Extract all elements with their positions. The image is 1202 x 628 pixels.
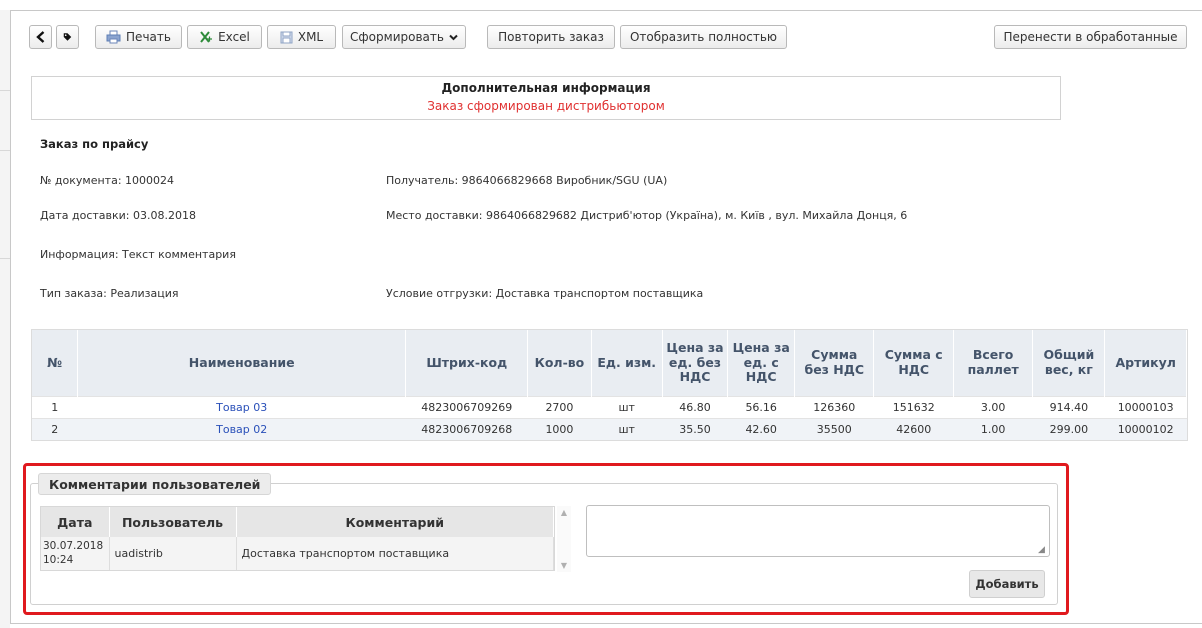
- comment-text: Доставка транспортом поставщика: [236, 537, 554, 570]
- col-header-price-no-vat[interactable]: Цена за ед. без НДС: [662, 330, 729, 396]
- cell-price-no-vat: 35.50: [662, 417, 728, 440]
- col-header-unit[interactable]: Ед. изм.: [591, 330, 663, 396]
- comment-user: uadistrib: [109, 537, 237, 570]
- scroll-up-icon[interactable]: ▲: [557, 508, 571, 517]
- add-comment-button[interactable]: Добавить: [969, 570, 1045, 598]
- cell-quantity: 1000: [527, 417, 592, 440]
- cell-sum-no-vat: 126360: [794, 395, 874, 418]
- product-link[interactable]: Товар 03: [216, 401, 267, 414]
- form-label: Сформировать: [350, 30, 444, 44]
- cell-price-no-vat: 46.80: [662, 395, 728, 418]
- cell-price-vat: 56.16: [727, 395, 795, 418]
- cell-price-vat: 42.60: [727, 417, 795, 440]
- repeat-order-button[interactable]: Повторить заказ: [487, 25, 615, 49]
- show-full-button[interactable]: Отобразить полностью: [620, 25, 787, 49]
- col-header-pallets[interactable]: Всего паллет: [953, 330, 1034, 396]
- col-header-price-vat[interactable]: Цена за ед. с НДС: [727, 330, 796, 396]
- col-header-sum-no-vat[interactable]: Сумма без НДС: [794, 330, 875, 396]
- tag-button[interactable]: [56, 25, 79, 49]
- delivery-date: Дата доставки: 03.08.2018: [40, 209, 196, 222]
- comments-table: Дата Пользователь Комментарий 30.07.2018…: [40, 506, 555, 571]
- move-to-processed-button[interactable]: Перенести в обработанные: [994, 25, 1187, 49]
- comment-input[interactable]: [586, 505, 1050, 557]
- col-header-weight[interactable]: Общий вес, кг: [1032, 330, 1106, 396]
- cell-barcode: 4823006709268: [405, 417, 528, 440]
- show-full-label: Отобразить полностью: [629, 30, 777, 44]
- col-header-article[interactable]: Артикул: [1104, 330, 1187, 396]
- col-header-number[interactable]: №: [32, 330, 79, 396]
- cell-name: Товар 03: [77, 395, 406, 418]
- items-table: № Наименование Штрих-код Кол-во Ед. изм.…: [31, 329, 1188, 441]
- print-button[interactable]: Печать: [95, 25, 182, 49]
- cell-unit: шт: [591, 417, 663, 440]
- delivery-place: Место доставки: 9864066829682 Дистриб'ют…: [386, 209, 908, 222]
- col-header-barcode[interactable]: Штрих-код: [405, 330, 529, 396]
- form-dropdown-button[interactable]: Сформировать: [342, 25, 466, 49]
- xml-button[interactable]: XML: [267, 25, 336, 49]
- cell-barcode: 4823006709269: [405, 395, 528, 418]
- toolbar: Печать Excel XML Сформировать Повторить …: [29, 25, 1194, 49]
- comments-legend: Комментарии пользователей: [38, 473, 272, 495]
- print-label: Печать: [126, 30, 171, 44]
- cell-sum-no-vat: 35500: [794, 417, 874, 440]
- table-row: 2 Товар 02 4823006709268 1000 шт 35.50 4…: [32, 417, 1187, 440]
- move-to-processed-label: Перенести в обработанные: [1003, 30, 1178, 44]
- cell-sum-vat: 42600: [873, 417, 954, 440]
- cell-weight: 914.40: [1032, 395, 1105, 418]
- excel-icon: [200, 31, 213, 43]
- additional-info-box: Дополнительная информация Заказ сформиро…: [31, 76, 1061, 120]
- items-header-row: № Наименование Штрих-код Кол-во Ед. изм.…: [32, 330, 1187, 396]
- document-number: № документа: 1000024: [40, 174, 175, 187]
- excel-label: Excel: [218, 30, 250, 44]
- chevron-down-icon: [449, 34, 458, 40]
- col-header-user[interactable]: Пользователь: [109, 507, 237, 537]
- col-header-quantity[interactable]: Кол-во: [527, 330, 592, 396]
- left-sidebar-edge: [0, 10, 10, 628]
- cell-number: 1: [32, 395, 78, 418]
- col-header-date[interactable]: Дата: [41, 507, 110, 537]
- cell-name: Товар 02: [77, 417, 406, 440]
- col-header-name[interactable]: Наименование: [77, 330, 407, 396]
- additional-info-title: Дополнительная информация: [441, 81, 651, 95]
- table-row: 30.07.2018 10:24 uadistrib Доставка тран…: [41, 537, 554, 570]
- scroll-down-icon[interactable]: ▼: [557, 561, 571, 570]
- col-header-sum-vat[interactable]: Сумма с НДС: [873, 330, 954, 396]
- col-header-comment[interactable]: Комментарий: [236, 507, 554, 537]
- cell-pallets: 1.00: [953, 417, 1033, 440]
- additional-info-subtitle: Заказ сформирован дистрибьютором: [427, 99, 665, 113]
- cell-weight: 299.00: [1032, 417, 1105, 440]
- comments-header-row: Дата Пользователь Комментарий: [41, 507, 554, 537]
- printer-icon: [106, 30, 121, 44]
- cell-article: 10000103: [1104, 395, 1187, 418]
- order-type-heading: Заказ по прайсу: [40, 137, 149, 151]
- tag-icon: [63, 33, 72, 41]
- repeat-order-label: Повторить заказ: [498, 30, 604, 44]
- cell-sum-vat: 151632: [873, 395, 954, 418]
- cell-article: 10000102: [1104, 417, 1187, 440]
- table-row: 1 Товар 03 4823006709269 2700 шт 46.80 5…: [32, 395, 1187, 418]
- recipient: Получатель: 9864066829668 Виробник/SGU (…: [386, 174, 668, 187]
- comment-date: 30.07.2018 10:24: [41, 537, 110, 570]
- cell-unit: шт: [591, 395, 663, 418]
- chevron-left-icon: [36, 31, 45, 43]
- comments-scrollbar[interactable]: ▲ ▼: [557, 506, 571, 572]
- order-type: Тип заказа: Реализация: [40, 287, 179, 300]
- resize-grip-icon[interactable]: ◢: [1038, 545, 1048, 555]
- information: Информация: Текст комментария: [40, 248, 236, 261]
- cell-pallets: 3.00: [953, 395, 1033, 418]
- save-file-icon: [280, 31, 293, 43]
- xml-label: XML: [297, 30, 324, 44]
- shipping-condition: Условие отгрузки: Доставка транспортом п…: [386, 287, 704, 300]
- product-link[interactable]: Товар 02: [216, 423, 267, 436]
- cell-number: 2: [32, 417, 78, 440]
- back-button[interactable]: [29, 25, 52, 49]
- excel-button[interactable]: Excel: [187, 25, 262, 49]
- cell-quantity: 2700: [527, 395, 592, 418]
